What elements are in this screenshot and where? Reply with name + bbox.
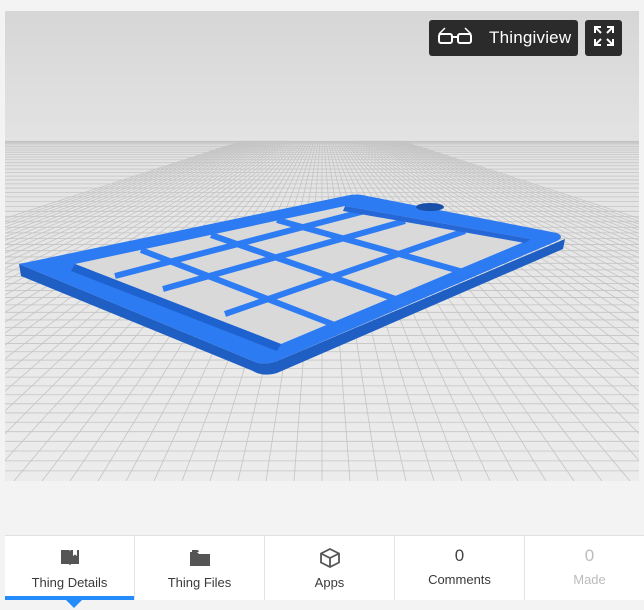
tab-thing-details[interactable]: Thing Details <box>5 536 135 608</box>
tab-label: Apps <box>314 575 345 590</box>
tab-label: Thing Files <box>167 575 232 590</box>
comments-count: 0 <box>454 546 465 565</box>
folder-icon <box>189 547 211 569</box>
thing-tabs: Thing Details Thing Files Apps 0 Comment… <box>5 535 644 608</box>
tab-apps[interactable]: Apps <box>265 536 395 600</box>
tab-label: Comments <box>428 572 491 587</box>
cube-icon <box>319 547 341 569</box>
tab-comments[interactable]: 0 Comments <box>395 536 525 600</box>
tab-made[interactable]: 0 Made <box>525 536 644 600</box>
thingiview-button[interactable]: Thingiview <box>429 20 578 56</box>
tab-label: Thing Details <box>31 575 108 590</box>
thingiview-viewer[interactable]: Thingiview <box>5 11 639 481</box>
3d-glasses-icon <box>437 26 473 51</box>
made-count: 0 <box>584 546 595 565</box>
book-icon <box>59 547 81 569</box>
thingiview-label: Thingiview <box>489 28 572 47</box>
fullscreen-icon <box>593 25 615 52</box>
fullscreen-button[interactable] <box>585 20 622 56</box>
model-scene[interactable] <box>5 11 639 481</box>
tab-label: Made <box>573 572 606 587</box>
tab-thing-files[interactable]: Thing Files <box>135 536 265 600</box>
